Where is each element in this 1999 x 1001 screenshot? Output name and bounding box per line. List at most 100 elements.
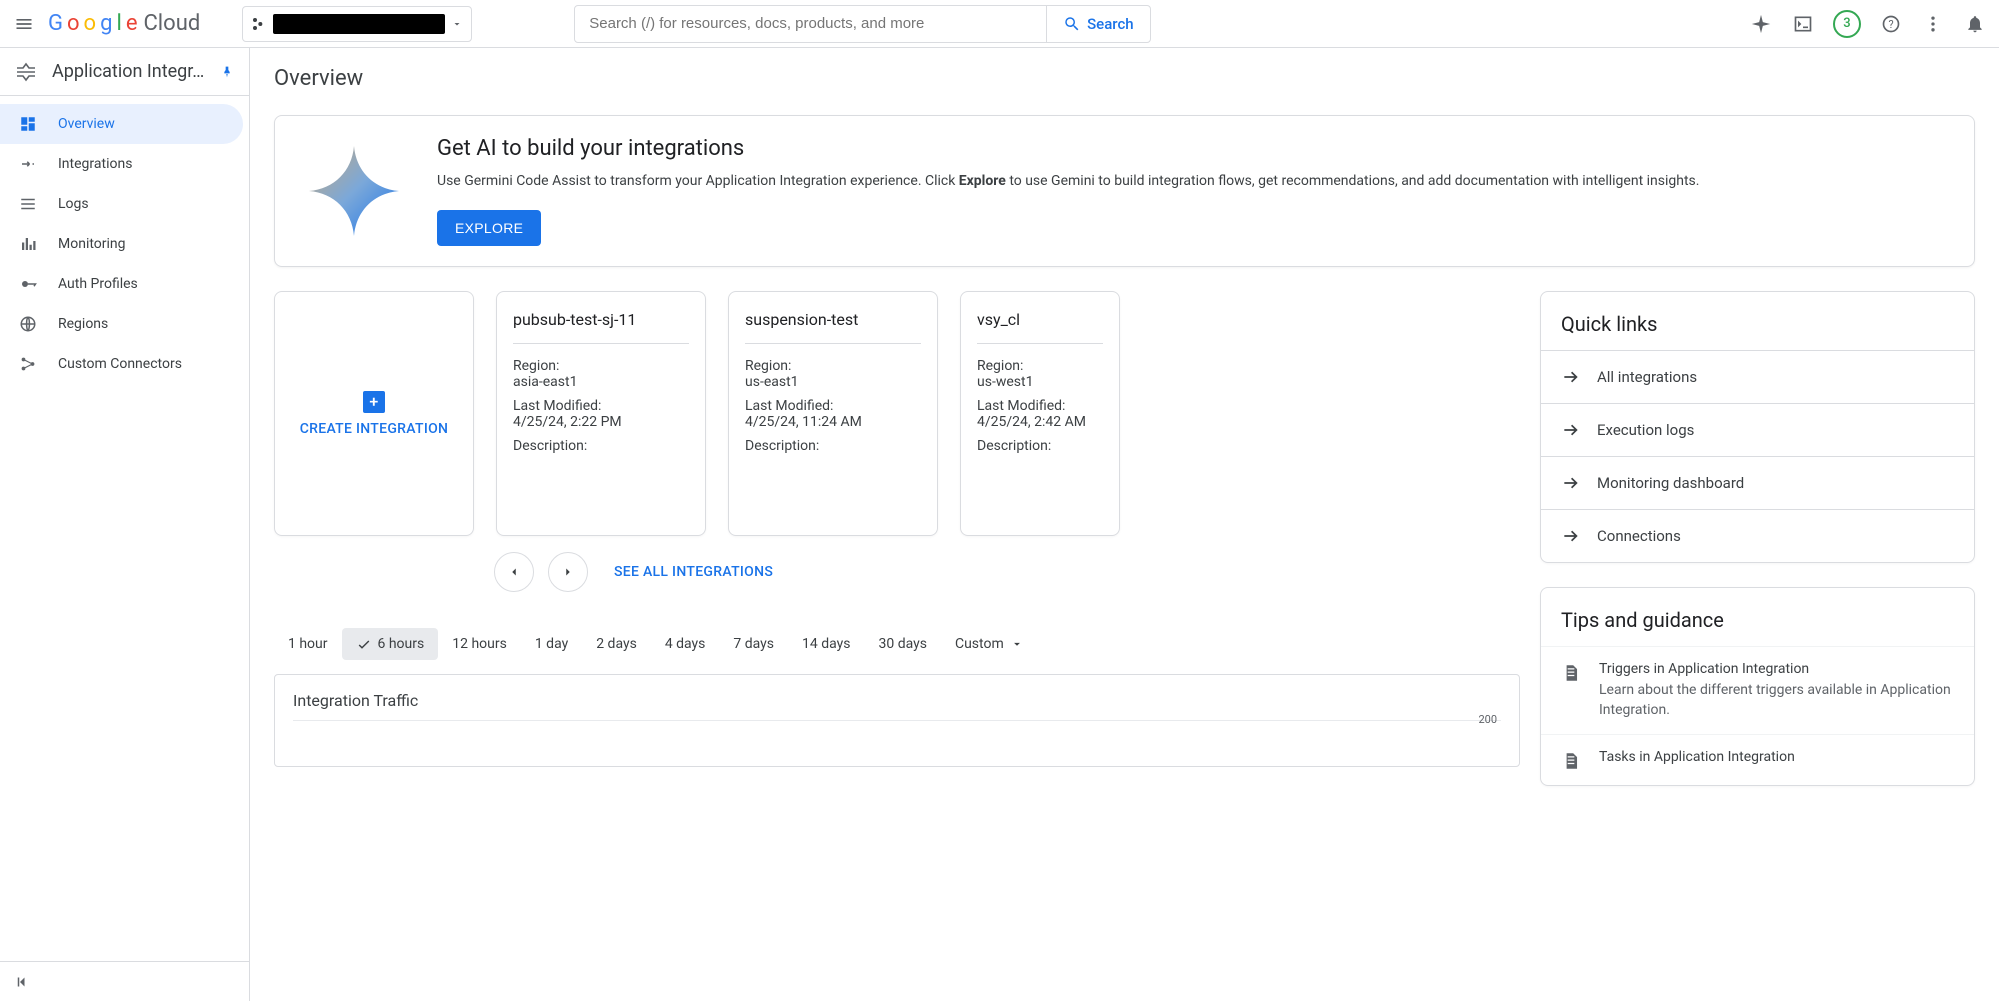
arrow-right-icon [1561, 473, 1581, 493]
product-name-label: Application Integr... [52, 61, 205, 82]
nav-item-logs[interactable]: Logs [0, 184, 249, 224]
nav-item-monitoring[interactable]: Monitoring [0, 224, 249, 264]
cloud-shell-icon[interactable] [1791, 12, 1815, 36]
quick-link-label: Connections [1597, 527, 1681, 545]
time-range-selector: 1 hour 6 hours 12 hours 1 day 2 days 4 d… [274, 628, 1520, 660]
nav-item-integrations[interactable]: Integrations [0, 144, 249, 184]
content-area: Overview Get AI to build your integratio… [250, 48, 1999, 1001]
project-name-redacted [273, 14, 445, 34]
project-selector[interactable] [242, 6, 472, 42]
search-button-label: Search [1087, 15, 1134, 33]
traffic-y-tick: 200 [1478, 713, 1497, 726]
more-vert-icon[interactable] [1921, 12, 1945, 36]
integration-card[interactable]: suspension-test Region: us-east1 Last Mo… [728, 291, 938, 536]
modified-value: 4/25/24, 11:24 AM [745, 414, 921, 430]
traffic-title: Integration Traffic [293, 691, 1501, 710]
dropdown-icon [1010, 637, 1024, 651]
plus-icon: + [363, 391, 385, 413]
modified-value: 4/25/24, 2:42 AM [977, 414, 1103, 430]
ai-banner-title: Get AI to build your integrations [437, 136, 1950, 161]
integration-name: vsy_cl [977, 310, 1103, 344]
arrow-right-icon [1561, 526, 1581, 546]
time-chip[interactable]: 2 days [582, 628, 651, 660]
quick-link-item[interactable]: Connections [1541, 509, 1974, 562]
integration-card[interactable]: vsy_cl Region: us-west1 Last Modified: 4… [960, 291, 1120, 536]
quick-link-label: All integrations [1597, 368, 1697, 386]
integration-cards: + CREATE INTEGRATION pubsub-test-sj-11 R… [274, 291, 1520, 536]
integration-card[interactable]: pubsub-test-sj-11 Region: asia-east1 Las… [496, 291, 706, 536]
time-chip[interactable]: 12 hours [438, 628, 521, 660]
nav-item-label: Logs [58, 196, 89, 212]
monitoring-icon [18, 235, 38, 253]
chevron-down-icon [451, 18, 463, 30]
help-icon[interactable]: ? [1879, 12, 1903, 36]
quick-link-label: Monitoring dashboard [1597, 474, 1744, 492]
time-chip[interactable]: 30 days [865, 628, 941, 660]
time-chip[interactable]: 6 hours [342, 628, 439, 660]
search-button[interactable]: Search [1046, 6, 1150, 42]
svg-text:?: ? [1888, 18, 1893, 31]
quick-link-label: Execution logs [1597, 421, 1694, 439]
nav-item-label: Regions [58, 316, 108, 332]
sidebar-product-title: Application Integr... [0, 48, 249, 96]
search-input[interactable] [575, 15, 1046, 32]
nav-item-auth-profiles[interactable]: Auth Profiles [0, 264, 249, 304]
key-icon [18, 275, 38, 293]
hamburger-menu-icon[interactable] [12, 12, 36, 36]
time-chip[interactable]: 1 day [521, 628, 582, 660]
nav-item-label: Integrations [58, 156, 132, 172]
arrow-right-icon [1561, 367, 1581, 387]
tips-panel: Tips and guidance Triggers in Applicatio… [1540, 587, 1975, 786]
region-value: asia-east1 [513, 374, 689, 390]
quick-links-title: Quick links [1541, 292, 1974, 350]
gemini-star-icon [299, 136, 409, 246]
quick-link-item[interactable]: Execution logs [1541, 403, 1974, 456]
prev-button[interactable] [494, 552, 534, 592]
time-chip[interactable]: 4 days [651, 628, 720, 660]
explore-button[interactable]: EXPLORE [437, 210, 541, 246]
quick-links-panel: Quick links All integrations Execution l… [1540, 291, 1975, 563]
pin-icon[interactable] [219, 64, 235, 80]
modified-label: Last Modified: [513, 398, 689, 414]
tips-item[interactable]: Triggers in Application Integration Lear… [1541, 646, 1974, 734]
tips-item[interactable]: Tasks in Application Integration [1541, 734, 1974, 785]
chevron-right-icon [561, 565, 575, 579]
free-trial-badge[interactable]: 3 [1833, 10, 1861, 38]
nav-item-custom-connectors[interactable]: Custom Connectors [0, 344, 249, 384]
nav-item-regions[interactable]: Regions [0, 304, 249, 344]
nav-item-label: Overview [58, 116, 115, 132]
integration-traffic-panel: Integration Traffic 200 [274, 674, 1520, 767]
notifications-icon[interactable] [1963, 12, 1987, 36]
region-value: us-west1 [977, 374, 1103, 390]
time-chip[interactable]: 14 days [788, 628, 864, 660]
sidebar: Application Integr... Overview Integrati… [0, 48, 250, 1001]
sidebar-collapse-button[interactable] [0, 961, 249, 1001]
gemini-icon[interactable] [1749, 12, 1773, 36]
quick-link-item[interactable]: Monitoring dashboard [1541, 456, 1974, 509]
nav-list: Overview Integrations Logs Monitoring Au… [0, 96, 249, 961]
region-label: Region: [977, 358, 1103, 374]
tips-item-title: Triggers in Application Integration [1599, 661, 1954, 677]
see-all-integrations-link[interactable]: SEE ALL INTEGRATIONS [614, 564, 773, 580]
document-icon [1561, 663, 1583, 720]
nav-item-overview[interactable]: Overview [0, 104, 243, 144]
create-integration-card[interactable]: + CREATE INTEGRATION [274, 291, 474, 536]
nav-item-label: Custom Connectors [58, 356, 182, 372]
nav-item-label: Monitoring [58, 236, 126, 252]
document-icon [1561, 751, 1583, 771]
logs-icon [18, 195, 38, 213]
time-chip-custom[interactable]: Custom [941, 628, 1038, 660]
google-cloud-logo[interactable]: Google Cloud [48, 11, 200, 36]
desc-label: Description: [513, 438, 689, 454]
page-title: Overview [274, 48, 1975, 115]
ai-banner: Get AI to build your integrations Use Ge… [274, 115, 1975, 267]
traffic-chart: 200 [293, 720, 1501, 750]
time-chip[interactable]: 1 hour [274, 628, 342, 660]
arrow-right-icon [1561, 420, 1581, 440]
next-button[interactable] [548, 552, 588, 592]
desc-label: Description: [745, 438, 921, 454]
desc-label: Description: [977, 438, 1103, 454]
quick-link-item[interactable]: All integrations [1541, 350, 1974, 403]
connectors-icon [18, 355, 38, 373]
time-chip[interactable]: 7 days [719, 628, 788, 660]
